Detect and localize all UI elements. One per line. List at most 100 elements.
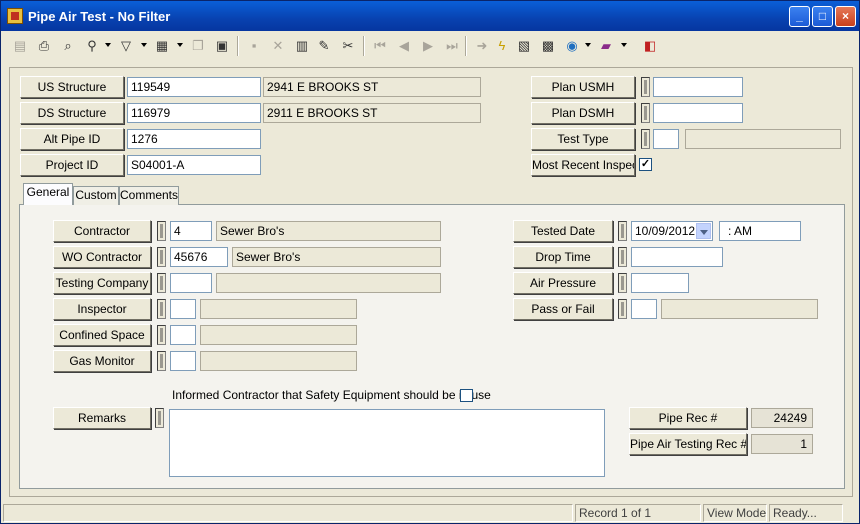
most-recent-inspect-button[interactable]: Most Recent Inspect <box>531 154 635 176</box>
confined-space-grip[interactable] <box>157 325 166 345</box>
plan-usmh-grip[interactable] <box>641 77 650 97</box>
confined-space-code-field[interactable] <box>170 325 196 345</box>
records-icon[interactable]: ▥ <box>291 35 313 57</box>
toolbar-separator <box>465 36 467 56</box>
tab-general[interactable]: General <box>23 183 73 205</box>
first-record-icon[interactable]: ⏮ <box>369 35 391 57</box>
gas-monitor-name <box>200 351 357 371</box>
close-button[interactable]: × <box>835 6 856 27</box>
next-record-icon[interactable]: ▶ <box>417 35 439 57</box>
globe-icon[interactable]: ◉ <box>561 35 583 57</box>
remarks-grip[interactable] <box>155 408 164 428</box>
chevron-down-icon[interactable] <box>696 223 711 239</box>
form-view-dropdown-arrow-icon[interactable] <box>177 43 183 47</box>
books-dropdown-arrow-icon[interactable] <box>621 43 627 47</box>
wo-contractor-code-field[interactable]: 45676 <box>170 247 228 267</box>
testing-company-button[interactable]: Testing Company <box>53 272 151 294</box>
filter-icon[interactable]: ▽ <box>115 35 137 57</box>
pipe-air-testing-rec-button[interactable]: Pipe Air Testing Rec # <box>629 433 747 455</box>
wo-contractor-grip[interactable] <box>157 247 166 267</box>
go-icon[interactable]: ➜ <box>471 35 493 57</box>
tested-date-picker[interactable]: 10/09/2012 <box>631 221 713 241</box>
new-record-icon[interactable]: ▤ <box>9 35 31 57</box>
pass-or-fail-button[interactable]: Pass or Fail <box>513 298 613 320</box>
test-type-code-field[interactable] <box>653 129 679 149</box>
find-dropdown-arrow-icon[interactable] <box>105 43 111 47</box>
pass-or-fail-code-field[interactable] <box>631 299 657 319</box>
lookup-icon[interactable]: ▧ <box>513 35 535 57</box>
plan-dsmh-grip[interactable] <box>641 103 650 123</box>
alt-pipe-id-field[interactable]: 1276 <box>127 129 261 149</box>
contractor-name: Sewer Bro's <box>216 221 441 241</box>
remarks-textarea[interactable] <box>169 409 605 477</box>
testing-company-code-field[interactable] <box>170 273 212 293</box>
test-type-description <box>685 129 841 149</box>
tested-time-field[interactable]: : AM <box>719 221 801 241</box>
cut-icon[interactable]: ✂ <box>337 35 359 57</box>
contractor-grip[interactable] <box>157 221 166 241</box>
plan-dsmh-button[interactable]: Plan DSMH <box>531 102 635 124</box>
prev-record-icon[interactable]: ◀ <box>393 35 415 57</box>
delete-icon[interactable]: ✕ <box>267 35 289 57</box>
inspector-grip[interactable] <box>157 299 166 319</box>
tab-comments[interactable]: Comments <box>119 186 179 205</box>
plan-usmh-button[interactable]: Plan USMH <box>531 76 635 98</box>
inspector-button[interactable]: Inspector <box>53 298 151 320</box>
drop-time-button[interactable]: Drop Time <box>513 246 613 268</box>
ds-structure-id-field[interactable]: 116979 <box>127 103 261 123</box>
inspector-code-field[interactable] <box>170 299 196 319</box>
print-preview-icon[interactable]: ⌕ <box>57 35 79 57</box>
tab-custom[interactable]: Custom <box>73 186 119 205</box>
alt-pipe-id-button[interactable]: Alt Pipe ID <box>20 128 124 150</box>
tested-date-button[interactable]: Tested Date <box>513 220 613 242</box>
status-pane-empty <box>3 504 573 522</box>
informed-contractor-checkbox[interactable] <box>460 389 473 402</box>
pipe-rec-button[interactable]: Pipe Rec # <box>629 407 747 429</box>
pass-or-fail-grip[interactable] <box>618 299 627 319</box>
air-pressure-field[interactable] <box>631 273 689 293</box>
save-icon[interactable]: ▪ <box>243 35 265 57</box>
print-icon[interactable]: ⎙ <box>33 35 55 57</box>
gas-monitor-grip[interactable] <box>157 351 166 371</box>
test-type-grip[interactable] <box>641 129 650 149</box>
remarks-button[interactable]: Remarks <box>53 407 151 429</box>
drop-time-grip[interactable] <box>618 247 627 267</box>
project-id-field[interactable]: S04001-A <box>127 155 261 175</box>
testing-company-grip[interactable] <box>157 273 166 293</box>
lightning-icon[interactable]: ϟ <box>491 35 513 57</box>
ds-structure-button[interactable]: DS Structure <box>20 102 124 124</box>
plan-dsmh-field[interactable] <box>653 103 743 123</box>
inspector-name <box>200 299 357 319</box>
exit-icon[interactable]: ◧ <box>639 35 661 57</box>
toolbar-separator <box>363 36 365 56</box>
paste-icon[interactable]: ▣ <box>211 35 233 57</box>
us-structure-id-field[interactable]: 119549 <box>127 77 261 97</box>
test-type-button[interactable]: Test Type <box>531 128 635 150</box>
last-record-icon[interactable]: ⏭ <box>441 35 463 57</box>
air-pressure-button[interactable]: Air Pressure <box>513 272 613 294</box>
find-icon[interactable]: ⚲ <box>81 35 103 57</box>
most-recent-inspect-checkbox[interactable]: ✓ <box>639 158 652 171</box>
maximize-button[interactable]: □ <box>812 6 833 27</box>
plan-usmh-field[interactable] <box>653 77 743 97</box>
gas-monitor-button[interactable]: Gas Monitor <box>53 350 151 372</box>
edit-icon[interactable]: ✎ <box>313 35 335 57</box>
project-id-button[interactable]: Project ID <box>20 154 124 176</box>
contractor-code-field[interactable]: 4 <box>170 221 212 241</box>
confined-space-button[interactable]: Confined Space <box>53 324 151 346</box>
copy-icon[interactable]: ❐ <box>187 35 209 57</box>
globe-dropdown-arrow-icon[interactable] <box>585 43 591 47</box>
toolbar-separator <box>237 36 239 56</box>
gas-monitor-code-field[interactable] <box>170 351 196 371</box>
air-pressure-grip[interactable] <box>618 273 627 293</box>
drop-time-field[interactable] <box>631 247 723 267</box>
us-structure-button[interactable]: US Structure <box>20 76 124 98</box>
contractor-button[interactable]: Contractor <box>53 220 151 242</box>
filter-dropdown-arrow-icon[interactable] <box>141 43 147 47</box>
wo-contractor-button[interactable]: WO Contractor <box>53 246 151 268</box>
tested-date-grip[interactable] <box>618 221 627 241</box>
books-icon[interactable]: ▰ <box>595 35 617 57</box>
minimize-button[interactable]: _ <box>789 6 810 27</box>
form-view-icon[interactable]: ▦ <box>151 35 173 57</box>
tree-icon[interactable]: ▩ <box>537 35 559 57</box>
